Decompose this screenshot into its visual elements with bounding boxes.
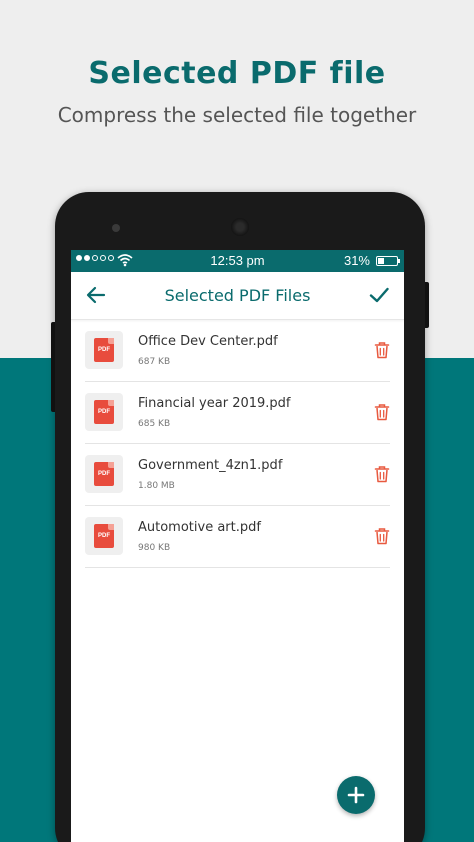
pdf-badge: PDF — [98, 347, 110, 353]
app-bar: Selected PDF Files — [71, 272, 404, 320]
pdf-file-icon: PDF — [85, 331, 123, 369]
pdf-document-shape: PDF — [94, 462, 114, 486]
pdf-badge: PDF — [98, 471, 110, 477]
file-name: Government_4zn1.pdf — [138, 458, 283, 473]
file-name: Automotive art.pdf — [138, 520, 261, 535]
pdf-document-shape: PDF — [94, 338, 114, 362]
file-name: Office Dev Center.pdf — [138, 334, 278, 349]
check-icon[interactable] — [368, 284, 390, 306]
list-item[interactable]: PDF Government_4zn1.pdf 1.80 MB — [85, 444, 390, 506]
phone-frame: 12:53 pm 31% Selected PDF Files PDF Offi… — [51, 192, 429, 842]
phone-power-button — [425, 282, 429, 328]
page-title: Selected PDF Files — [164, 286, 311, 305]
file-size: 687 KB — [138, 357, 171, 367]
pdf-badge: PDF — [98, 409, 110, 415]
trash-icon[interactable] — [374, 465, 390, 483]
phone-volume-button — [51, 322, 55, 412]
pdf-file-icon: PDF — [85, 517, 123, 555]
file-name: Financial year 2019.pdf — [138, 396, 291, 411]
battery-icon — [376, 256, 400, 266]
pdf-file-icon: PDF — [85, 393, 123, 431]
trash-icon[interactable] — [374, 403, 390, 421]
promo-headline: Selected PDF file — [88, 56, 386, 91]
file-size: 980 KB — [138, 543, 171, 553]
pdf-file-icon: PDF — [85, 455, 123, 493]
pdf-document-shape: PDF — [94, 524, 114, 548]
phone-speaker — [231, 218, 249, 236]
file-size: 685 KB — [138, 419, 171, 429]
phone-camera — [112, 224, 120, 232]
list-item[interactable]: PDF Financial year 2019.pdf 685 KB — [85, 382, 390, 444]
battery-percent: 31% — [343, 253, 370, 268]
add-file-button[interactable] — [337, 776, 375, 814]
phone-screen: 12:53 pm 31% Selected PDF Files PDF Offi… — [71, 250, 404, 842]
promo-subhead: Compress the selected file together — [57, 103, 417, 127]
pdf-document-shape: PDF — [94, 400, 114, 424]
list-item[interactable]: PDF Office Dev Center.pdf 687 KB — [85, 320, 390, 382]
trash-icon[interactable] — [374, 341, 390, 359]
file-size: 1.80 MB — [138, 481, 175, 491]
trash-icon[interactable] — [374, 527, 390, 545]
file-list: PDF Office Dev Center.pdf 687 KB PDF Fin… — [71, 320, 404, 568]
plus-icon — [347, 786, 365, 804]
list-item[interactable]: PDF Automotive art.pdf 980 KB — [85, 506, 390, 568]
pdf-badge: PDF — [98, 533, 110, 539]
status-bar: 12:53 pm 31% — [71, 250, 404, 272]
